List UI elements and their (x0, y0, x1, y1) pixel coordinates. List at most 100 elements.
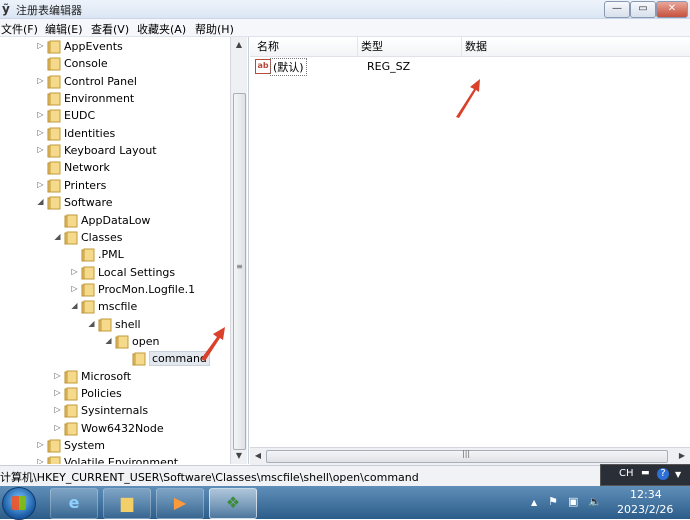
folder-icon (47, 196, 61, 210)
tree-node-policies[interactable]: ▷ Policies (0, 386, 230, 403)
expand-arrow-icon[interactable]: ▷ (36, 457, 45, 464)
expand-arrow-icon[interactable]: ▷ (36, 128, 45, 137)
tree-node-keyboard-layout[interactable]: ▷ Keyboard Layout (0, 143, 230, 160)
tree-node-wow6432node[interactable]: ▷ Wow6432Node (0, 421, 230, 438)
expand-arrow-icon[interactable]: ▷ (53, 371, 62, 380)
tree-vertical-scrollbar[interactable]: ▲ ≡ ▼ (230, 37, 247, 464)
tree-node-label: mscfile (98, 300, 138, 314)
string-value-icon: ab (255, 59, 271, 74)
folder-icon (47, 179, 61, 193)
expand-arrow-icon[interactable]: ▷ (36, 180, 45, 189)
tree-node-volatile-environment[interactable]: ▷ Volatile Environment (0, 455, 230, 464)
tree-node-eudc[interactable]: ▷ EUDC (0, 108, 230, 125)
tree-node-network[interactable]: Network (0, 160, 230, 177)
h-scroll-thumb[interactable]: ||| (266, 449, 668, 463)
expand-arrow-icon[interactable]: ▷ (36, 440, 45, 449)
column-data-header[interactable]: 数据 (465, 37, 565, 56)
tree-node-mscfile[interactable]: ◢ mscfile (0, 299, 230, 316)
input-language-indicator[interactable]: CH (619, 468, 634, 479)
menu-help[interactable]: 帮助(H) (195, 21, 234, 37)
tree-node-printers[interactable]: ▷ Printers (0, 178, 230, 195)
scroll-up-arrow-icon[interactable]: ▲ (231, 37, 247, 53)
help-icon[interactable]: ? (657, 468, 669, 480)
menu-favorites[interactable]: 收藏夹(A) (137, 21, 186, 37)
scroll-right-arrow-icon[interactable]: ▶ (674, 448, 690, 464)
clock-time[interactable]: 12:34 (630, 488, 662, 501)
collapse-arrow-icon[interactable]: ◢ (36, 197, 45, 206)
action-center-flag-icon[interactable]: ⚑ (548, 495, 558, 508)
taskbar-explorer-button[interactable]: ▆ (103, 488, 151, 519)
list-horizontal-scrollbar[interactable]: ◀ ||| ▶ (250, 447, 690, 465)
column-type-header[interactable]: 类型 (361, 37, 462, 56)
tree-node-label: Printers (64, 178, 107, 192)
tree-node-pml[interactable]: .PML (0, 247, 230, 264)
collapse-arrow-icon[interactable]: ◢ (70, 301, 79, 310)
collapse-arrow-icon[interactable]: ◢ (104, 336, 113, 345)
column-name-header[interactable]: 名称 (257, 37, 358, 56)
expand-arrow-icon[interactable]: ▷ (53, 405, 62, 414)
tree-node-microsoft[interactable]: ▷ Microsoft (0, 369, 230, 386)
minimize-button[interactable]: — (604, 1, 630, 18)
menu-view[interactable]: 查看(V) (91, 21, 129, 37)
tree-node-appevents[interactable]: ▷ AppEvents (0, 39, 230, 56)
expand-arrow-icon[interactable]: ▷ (36, 41, 45, 50)
folder-icon (47, 127, 61, 141)
folder-icon (81, 283, 95, 297)
tree-node-label: Console (64, 57, 108, 71)
collapse-arrow-icon[interactable]: ◢ (87, 319, 96, 328)
tree-node-local-settings[interactable]: ▷ Local Settings (0, 265, 230, 282)
media-player-icon: ▶ (173, 493, 187, 512)
show-hidden-icons-icon[interactable]: ▲ (531, 498, 537, 507)
menu-edit[interactable]: 编辑(E) (45, 21, 83, 37)
taskbar-regedit-button[interactable]: ❖ (209, 488, 257, 519)
expand-arrow-icon[interactable]: ▷ (53, 423, 62, 432)
expand-arrow-icon[interactable]: ▷ (70, 284, 79, 293)
title-bar: ỹ 注册表编辑器 — ▭ ✕ (0, 0, 690, 19)
tree-node-appdatalow[interactable]: AppDataLow (0, 213, 230, 230)
tree-node-console[interactable]: Console (0, 56, 230, 73)
expand-arrow-icon[interactable]: ▷ (36, 76, 45, 85)
taskbar-media-player-button[interactable]: ▶ (156, 488, 204, 519)
status-bar: 计算机\HKEY_CURRENT_USER\Software\Classes\m… (0, 465, 690, 486)
collapse-arrow-icon[interactable]: ◢ (53, 232, 62, 241)
tree-node-classes[interactable]: ◢ Classes (0, 230, 230, 247)
chevron-down-icon[interactable]: ▼ (675, 470, 681, 479)
expand-arrow-icon[interactable]: ▷ (70, 267, 79, 276)
registry-tree[interactable]: ▷ Volatile Environment ▷ System ▷ Wow6432Node… (0, 37, 249, 464)
expand-arrow-icon[interactable]: ▷ (36, 110, 45, 119)
tree-node-control-panel[interactable]: ▷ Control Panel (0, 74, 230, 91)
clock-date[interactable]: 2023/2/26 (617, 503, 673, 516)
close-button[interactable]: ✕ (656, 1, 688, 18)
tree-node-identities[interactable]: ▷ Identities (0, 126, 230, 143)
windows-logo-icon (12, 496, 26, 510)
folder-icon (64, 214, 78, 227)
tree-node-system[interactable]: ▷ System (0, 438, 230, 455)
folder-icon (47, 161, 61, 175)
volume-icon[interactable]: 🔈 (588, 495, 602, 508)
tree-node-procmon-logfile-1[interactable]: ▷ ProcMon.Logfile.1 (0, 282, 230, 299)
folder-icon (64, 231, 78, 245)
folder-icon (47, 109, 61, 123)
scroll-left-arrow-icon[interactable]: ◀ (250, 448, 266, 464)
tree-node-environment[interactable]: Environment (0, 91, 230, 108)
expand-arrow-icon[interactable]: ▷ (53, 388, 62, 397)
taskbar-ie-button[interactable]: e (50, 488, 98, 519)
tree-node-label: AppDataLow (81, 213, 151, 227)
tree-node-command[interactable]: command (0, 351, 230, 368)
language-bar[interactable]: CH ▬ ? ▼ (600, 464, 690, 486)
folder-icon (47, 144, 61, 158)
tree-node-software[interactable]: ◢ Software (0, 195, 230, 212)
keyboard-icon[interactable]: ▬ (641, 468, 650, 478)
tree-node-sysinternals[interactable]: ▷ Sysinternals (0, 403, 230, 420)
network-icon[interactable]: ▣ (568, 495, 578, 508)
scroll-thumb[interactable]: ≡ (233, 93, 246, 450)
tree-node-label: Sysinternals (81, 404, 149, 418)
maximize-button[interactable]: ▭ (630, 1, 656, 18)
menu-file[interactable]: 文件(F) (1, 21, 38, 37)
annotation-arrow-icon (456, 79, 480, 118)
scroll-down-arrow-icon[interactable]: ▼ (231, 448, 247, 464)
start-button[interactable] (2, 487, 36, 520)
tree-node-shell[interactable]: ◢ shell (0, 317, 230, 334)
expand-arrow-icon[interactable]: ▷ (36, 145, 45, 154)
tree-node-open[interactable]: ◢ open (0, 334, 230, 351)
